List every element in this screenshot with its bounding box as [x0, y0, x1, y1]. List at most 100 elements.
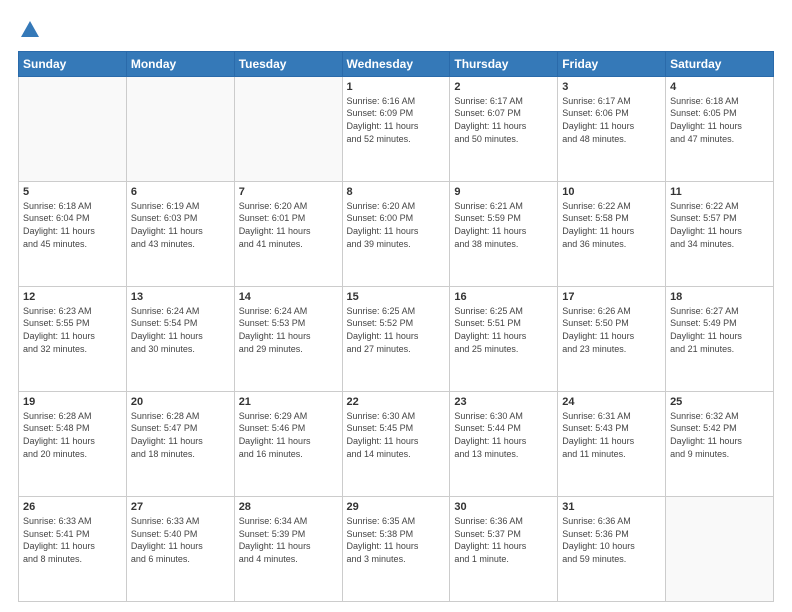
day-info: Sunrise: 6:33 AMSunset: 5:41 PMDaylight:…	[23, 515, 122, 565]
day-info: Sunrise: 6:19 AMSunset: 6:03 PMDaylight:…	[131, 200, 230, 250]
day-cell: 10 Sunrise: 6:22 AMSunset: 5:58 PMDayligh…	[558, 181, 666, 286]
day-info: Sunrise: 6:34 AMSunset: 5:39 PMDaylight:…	[239, 515, 338, 565]
day-number: 16	[454, 291, 553, 303]
day-number: 28	[239, 501, 338, 513]
day-info: Sunrise: 6:24 AMSunset: 5:54 PMDaylight:…	[131, 305, 230, 355]
day-cell: 12 Sunrise: 6:23 AMSunset: 5:55 PMDayligh…	[19, 286, 127, 391]
day-number: 17	[562, 291, 661, 303]
day-cell: 7 Sunrise: 6:20 AMSunset: 6:01 PMDaylight…	[234, 181, 342, 286]
day-info: Sunrise: 6:17 AMSunset: 6:07 PMDaylight:…	[454, 95, 553, 145]
day-info: Sunrise: 6:27 AMSunset: 5:49 PMDaylight:…	[670, 305, 769, 355]
day-info: Sunrise: 6:25 AMSunset: 5:51 PMDaylight:…	[454, 305, 553, 355]
day-number: 29	[347, 501, 446, 513]
day-number: 21	[239, 396, 338, 408]
day-info: Sunrise: 6:22 AMSunset: 5:58 PMDaylight:…	[562, 200, 661, 250]
day-number: 1	[347, 81, 446, 93]
day-info: Sunrise: 6:26 AMSunset: 5:50 PMDaylight:…	[562, 305, 661, 355]
day-info: Sunrise: 6:23 AMSunset: 5:55 PMDaylight:…	[23, 305, 122, 355]
day-cell	[234, 76, 342, 181]
day-info: Sunrise: 6:22 AMSunset: 5:57 PMDaylight:…	[670, 200, 769, 250]
logo-icon	[19, 19, 41, 41]
day-number: 10	[562, 186, 661, 198]
day-cell: 31 Sunrise: 6:36 AMSunset: 5:36 PMDayligh…	[558, 496, 666, 601]
day-info: Sunrise: 6:18 AMSunset: 6:05 PMDaylight:…	[670, 95, 769, 145]
day-cell: 21 Sunrise: 6:29 AMSunset: 5:46 PMDayligh…	[234, 391, 342, 496]
day-info: Sunrise: 6:29 AMSunset: 5:46 PMDaylight:…	[239, 410, 338, 460]
weekday-header-sunday: Sunday	[19, 51, 127, 76]
day-number: 23	[454, 396, 553, 408]
day-cell: 6 Sunrise: 6:19 AMSunset: 6:03 PMDaylight…	[126, 181, 234, 286]
day-info: Sunrise: 6:18 AMSunset: 6:04 PMDaylight:…	[23, 200, 122, 250]
day-number: 7	[239, 186, 338, 198]
weekday-header-row: SundayMondayTuesdayWednesdayThursdayFrid…	[19, 51, 774, 76]
day-info: Sunrise: 6:17 AMSunset: 6:06 PMDaylight:…	[562, 95, 661, 145]
day-cell: 22 Sunrise: 6:30 AMSunset: 5:45 PMDayligh…	[342, 391, 450, 496]
week-row-4: 19 Sunrise: 6:28 AMSunset: 5:48 PMDayligh…	[19, 391, 774, 496]
day-info: Sunrise: 6:36 AMSunset: 5:36 PMDaylight:…	[562, 515, 661, 565]
day-number: 20	[131, 396, 230, 408]
day-cell: 24Sunrise: 6:31 AMSunset: 5:43 PMDayligh…	[558, 391, 666, 496]
day-number: 19	[23, 396, 122, 408]
day-cell: 15Sunrise: 6:25 AMSunset: 5:52 PMDayligh…	[342, 286, 450, 391]
day-cell: 17 Sunrise: 6:26 AMSunset: 5:50 PMDayligh…	[558, 286, 666, 391]
day-number: 8	[347, 186, 446, 198]
day-number: 5	[23, 186, 122, 198]
day-number: 26	[23, 501, 122, 513]
day-info: Sunrise: 6:21 AMSunset: 5:59 PMDaylight:…	[454, 200, 553, 250]
day-info: Sunrise: 6:16 AMSunset: 6:09 PMDaylight:…	[347, 95, 446, 145]
calendar: SundayMondayTuesdayWednesdayThursdayFrid…	[18, 51, 774, 602]
day-number: 4	[670, 81, 769, 93]
day-cell: 4 Sunrise: 6:18 AMSunset: 6:05 PMDaylight…	[666, 76, 774, 181]
day-number: 24	[562, 396, 661, 408]
day-cell: 28 Sunrise: 6:34 AMSunset: 5:39 PMDayligh…	[234, 496, 342, 601]
weekday-header-thursday: Thursday	[450, 51, 558, 76]
day-cell: 25Sunrise: 6:32 AMSunset: 5:42 PMDayligh…	[666, 391, 774, 496]
day-cell: 18 Sunrise: 6:27 AMSunset: 5:49 PMDayligh…	[666, 286, 774, 391]
day-number: 25	[670, 396, 769, 408]
day-cell: 13 Sunrise: 6:24 AMSunset: 5:54 PMDayligh…	[126, 286, 234, 391]
day-info: Sunrise: 6:20 AMSunset: 6:00 PMDaylight:…	[347, 200, 446, 250]
logo	[18, 18, 42, 41]
day-cell: 9 Sunrise: 6:21 AMSunset: 5:59 PMDaylight…	[450, 181, 558, 286]
day-cell: 20 Sunrise: 6:28 AMSunset: 5:47 PMDayligh…	[126, 391, 234, 496]
day-number: 14	[239, 291, 338, 303]
day-info: Sunrise: 6:25 AMSunset: 5:52 PMDaylight:…	[347, 305, 446, 355]
day-cell: 8 Sunrise: 6:20 AMSunset: 6:00 PMDaylight…	[342, 181, 450, 286]
week-row-1: 1 Sunrise: 6:16 AMSunset: 6:09 PMDaylight…	[19, 76, 774, 181]
header	[18, 18, 774, 41]
day-info: Sunrise: 6:20 AMSunset: 6:01 PMDaylight:…	[239, 200, 338, 250]
day-number: 18	[670, 291, 769, 303]
day-info: Sunrise: 6:30 AMSunset: 5:45 PMDaylight:…	[347, 410, 446, 460]
day-cell: 29 Sunrise: 6:35 AMSunset: 5:38 PMDayligh…	[342, 496, 450, 601]
day-cell: 1 Sunrise: 6:16 AMSunset: 6:09 PMDaylight…	[342, 76, 450, 181]
day-cell: 3 Sunrise: 6:17 AMSunset: 6:06 PMDaylight…	[558, 76, 666, 181]
day-number: 22	[347, 396, 446, 408]
day-info: Sunrise: 6:36 AMSunset: 5:37 PMDaylight:…	[454, 515, 553, 565]
day-number: 11	[670, 186, 769, 198]
weekday-header-wednesday: Wednesday	[342, 51, 450, 76]
day-number: 9	[454, 186, 553, 198]
day-info: Sunrise: 6:30 AMSunset: 5:44 PMDaylight:…	[454, 410, 553, 460]
day-cell	[19, 76, 127, 181]
day-info: Sunrise: 6:28 AMSunset: 5:48 PMDaylight:…	[23, 410, 122, 460]
day-info: Sunrise: 6:35 AMSunset: 5:38 PMDaylight:…	[347, 515, 446, 565]
day-cell: 27 Sunrise: 6:33 AMSunset: 5:40 PMDayligh…	[126, 496, 234, 601]
day-number: 6	[131, 186, 230, 198]
day-number: 31	[562, 501, 661, 513]
day-number: 30	[454, 501, 553, 513]
day-cell: 14 Sunrise: 6:24 AMSunset: 5:53 PMDayligh…	[234, 286, 342, 391]
day-info: Sunrise: 6:24 AMSunset: 5:53 PMDaylight:…	[239, 305, 338, 355]
day-info: Sunrise: 6:33 AMSunset: 5:40 PMDaylight:…	[131, 515, 230, 565]
day-cell: 2 Sunrise: 6:17 AMSunset: 6:07 PMDaylight…	[450, 76, 558, 181]
day-cell: 11 Sunrise: 6:22 AMSunset: 5:57 PMDayligh…	[666, 181, 774, 286]
day-number: 27	[131, 501, 230, 513]
day-cell: 23 Sunrise: 6:30 AMSunset: 5:44 PMDayligh…	[450, 391, 558, 496]
day-info: Sunrise: 6:28 AMSunset: 5:47 PMDaylight:…	[131, 410, 230, 460]
weekday-header-monday: Monday	[126, 51, 234, 76]
day-cell: 5 Sunrise: 6:18 AMSunset: 6:04 PMDaylight…	[19, 181, 127, 286]
day-number: 3	[562, 81, 661, 93]
page: SundayMondayTuesdayWednesdayThursdayFrid…	[0, 0, 792, 612]
day-number: 13	[131, 291, 230, 303]
day-number: 2	[454, 81, 553, 93]
day-number: 12	[23, 291, 122, 303]
